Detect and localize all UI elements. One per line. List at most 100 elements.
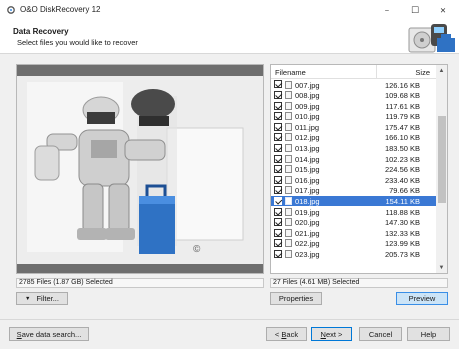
- file-checkbox[interactable]: [274, 122, 282, 131]
- footer-divider: [0, 319, 459, 320]
- file-checkbox[interactable]: [274, 196, 282, 205]
- cancel-button[interactable]: Cancel: [359, 327, 402, 341]
- jpg-file-icon: [285, 144, 292, 153]
- file-name: 017.jpg: [295, 186, 320, 196]
- file-size: 154.11 KB: [385, 197, 420, 207]
- file-size: 175.47 KB: [384, 122, 420, 132]
- file-row[interactable]: 023.jpg 205.73 KB: [271, 249, 436, 260]
- jpg-file-icon: [285, 80, 292, 89]
- file-name: 023.jpg: [295, 250, 320, 259]
- disk-recovery-logo: [408, 24, 455, 53]
- column-header-size[interactable]: Size: [400, 68, 430, 77]
- jpg-file-icon: [285, 133, 292, 142]
- jpg-file-icon: [285, 101, 292, 110]
- file-row[interactable]: 021.jpg 132.33 KB: [271, 227, 436, 238]
- column-separator[interactable]: [376, 65, 377, 79]
- file-size: 102.23 KB: [384, 154, 420, 164]
- jpg-file-icon: [285, 186, 292, 195]
- file-name: 021.jpg: [295, 228, 320, 238]
- file-checkbox[interactable]: [274, 154, 282, 163]
- properties-button[interactable]: Properties: [270, 292, 322, 305]
- file-checkbox[interactable]: [274, 218, 282, 227]
- file-row[interactable]: 017.jpg 79.66 KB: [271, 185, 436, 196]
- window-title: O&O DiskRecovery 12: [20, 5, 101, 14]
- file-checkbox[interactable]: [274, 207, 282, 216]
- file-row[interactable]: 020.jpg 147.30 KB: [271, 217, 436, 228]
- file-checkbox[interactable]: [274, 165, 282, 174]
- maximize-button[interactable]: ☐: [401, 0, 429, 20]
- file-row[interactable]: 009.jpg 117.61 KB: [271, 100, 436, 111]
- file-size: 147.30 KB: [384, 218, 420, 228]
- file-row[interactable]: 010.jpg 119.79 KB: [271, 111, 436, 122]
- minimize-button[interactable]: −: [373, 0, 401, 20]
- file-row[interactable]: 015.jpg 224.56 KB: [271, 164, 436, 175]
- selected-files-status: 27 Files (4.61 MB) Selected: [270, 278, 448, 288]
- file-row[interactable]: 008.jpg 109.68 KB: [271, 90, 436, 101]
- file-row[interactable]: 018.jpg 154.11 KB: [271, 195, 436, 207]
- column-header-filename[interactable]: Filename: [275, 68, 306, 77]
- file-checkbox[interactable]: [274, 186, 282, 195]
- page-title: Data Recovery: [13, 27, 69, 36]
- file-checkbox[interactable]: [274, 228, 282, 237]
- jpg-file-icon: [285, 112, 292, 121]
- jpg-file-icon: [285, 239, 292, 248]
- file-row[interactable]: 012.jpg 166.10 KB: [271, 132, 436, 143]
- jpg-file-icon: [285, 197, 292, 206]
- save-data-search-button[interactable]: Save data search...: [9, 327, 89, 341]
- total-files-status: 2785 Files (1.87 GB) Selected: [16, 278, 264, 288]
- next-label: ext >: [325, 329, 343, 339]
- file-checkbox[interactable]: [274, 143, 282, 152]
- file-name: 010.jpg: [295, 112, 320, 122]
- file-size: 79.66 KB: [389, 186, 420, 196]
- next-button[interactable]: Next >: [311, 327, 352, 341]
- save-search-label: ave data search...: [21, 329, 82, 339]
- file-checkbox[interactable]: [274, 112, 282, 121]
- file-row[interactable]: 007.jpg 126.16 KB: [271, 79, 436, 90]
- file-name: 015.jpg: [295, 165, 320, 175]
- jpg-file-icon: [285, 175, 292, 184]
- file-row[interactable]: 022.jpg 123.99 KB: [271, 238, 436, 249]
- file-checkbox[interactable]: [274, 249, 282, 258]
- preview-button[interactable]: Preview: [396, 292, 448, 305]
- wizard-header: [0, 20, 459, 54]
- file-size: 118.88 KB: [385, 207, 420, 217]
- jpg-file-icon: [285, 218, 292, 227]
- file-checkbox[interactable]: [274, 239, 282, 248]
- file-size: 126.16 KB: [384, 80, 420, 90]
- file-size: 132.33 KB: [384, 228, 420, 238]
- file-row[interactable]: 019.jpg 118.88 KB: [271, 206, 436, 217]
- filter-button-label: Filter...: [36, 294, 59, 303]
- file-name: 008.jpg: [295, 91, 320, 101]
- file-name: 011.jpg: [295, 122, 320, 132]
- jpg-file-icon: [285, 250, 292, 258]
- file-name: 019.jpg: [295, 207, 320, 217]
- file-size: 205.73 KB: [384, 250, 420, 259]
- file-checkbox[interactable]: [274, 90, 282, 99]
- scroll-down-arrow-icon[interactable]: ▼: [436, 262, 447, 273]
- close-button[interactable]: ✕: [429, 0, 457, 20]
- back-button[interactable]: < Back: [266, 327, 307, 341]
- file-checkbox[interactable]: [274, 80, 282, 89]
- file-row[interactable]: 016.jpg 233.40 KB: [271, 174, 436, 185]
- file-size: 183.50 KB: [384, 144, 420, 154]
- file-row[interactable]: 011.jpg 175.47 KB: [271, 121, 436, 132]
- file-size: 233.40 KB: [384, 175, 420, 185]
- dropdown-arrow-icon: ▼: [25, 295, 31, 302]
- file-name: 013.jpg: [295, 144, 320, 154]
- file-name: 016.jpg: [295, 175, 320, 185]
- help-button[interactable]: Help: [407, 327, 450, 341]
- file-name: 007.jpg: [295, 80, 320, 90]
- jpg-file-icon: [285, 207, 292, 216]
- file-checkbox[interactable]: [274, 133, 282, 142]
- file-size: 109.68 KB: [384, 91, 420, 101]
- file-row[interactable]: 014.jpg 102.23 KB: [271, 153, 436, 164]
- file-row[interactable]: 013.jpg 183.50 KB: [271, 143, 436, 154]
- file-checkbox[interactable]: [274, 101, 282, 110]
- image-preview: ©: [17, 76, 263, 264]
- filter-button[interactable]: ▼ Filter...: [16, 292, 68, 305]
- file-checkbox[interactable]: [274, 175, 282, 184]
- file-rows: 007.jpg 126.16 KB 008.jpg 109.68 KB 009.jpg 1…: [271, 79, 436, 259]
- scroll-up-arrow-icon[interactable]: ▲: [436, 65, 447, 76]
- scroll-thumb[interactable]: [438, 116, 446, 203]
- app-icon: [7, 6, 15, 14]
